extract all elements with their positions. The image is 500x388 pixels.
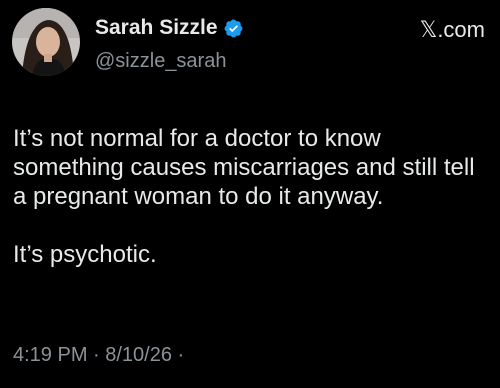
- avatar-image: [12, 8, 80, 76]
- display-name[interactable]: Sarah Sizzle: [95, 16, 218, 40]
- name-row: Sarah Sizzle: [95, 16, 244, 40]
- verified-badge-icon: [223, 18, 244, 39]
- tweet-paragraph: It’s psychotic.: [13, 241, 157, 268]
- brand-watermark: 𝕏.com: [419, 17, 485, 42]
- timestamp[interactable]: 4:19 PM · 8/10/26 ·: [13, 343, 184, 367]
- tweet-paragraph: It’s not normal for a doctor to know som…: [13, 125, 475, 210]
- tweet-card: Sarah Sizzle @sizzle_sarah 𝕏.com It’s no…: [0, 0, 500, 388]
- tweet-text: It’s not normal for a doctor to know som…: [13, 124, 493, 269]
- avatar[interactable]: [12, 8, 80, 76]
- handle[interactable]: @sizzle_sarah: [95, 49, 226, 73]
